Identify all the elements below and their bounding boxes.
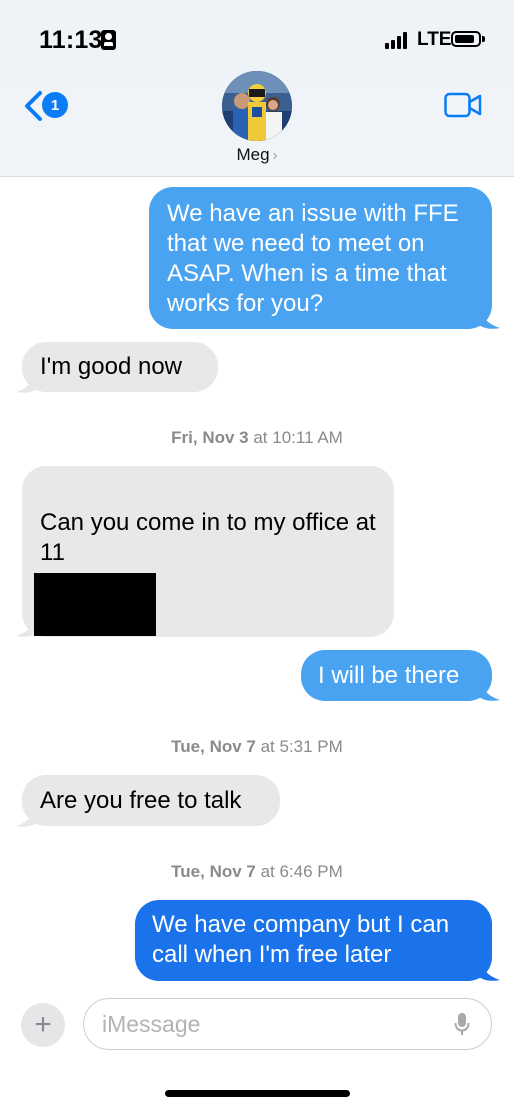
bubble-tail xyxy=(478,304,500,329)
network-label: LTE xyxy=(417,29,452,50)
contact-name: Meg xyxy=(236,145,270,164)
message-bubble-outgoing[interactable]: We have company but I can call when I'm … xyxy=(135,900,492,981)
battery-icon xyxy=(451,31,481,47)
timestamp-day: Tue, Nov 7 xyxy=(171,737,256,756)
battery-nub xyxy=(482,36,485,42)
avatar[interactable] xyxy=(222,71,292,141)
id-card-icon xyxy=(101,30,116,50)
message-bubble-outgoing[interactable]: We have an issue with FFE that we need t… xyxy=(149,187,492,329)
message-bubble-incoming[interactable]: I'm good now xyxy=(22,342,218,392)
chevron-right-icon: › xyxy=(272,147,278,164)
status-bar: 11:13 LTE xyxy=(0,0,514,70)
redaction-box xyxy=(34,573,156,636)
bubble-tail xyxy=(478,676,500,701)
timestamp-time: at 6:46 PM xyxy=(255,862,343,881)
timestamp-day: Tue, Nov 7 xyxy=(171,862,256,881)
message-text: Are you free to talk xyxy=(40,787,242,814)
bubble-tail xyxy=(478,956,500,981)
timestamp: Tue, Nov 7 at 5:31 PM xyxy=(0,737,514,757)
unread-badge[interactable]: 1 xyxy=(42,92,68,118)
bubble-tail xyxy=(16,802,38,827)
message-text: We have company but I can call when I'm … xyxy=(152,911,450,968)
avatar-photo xyxy=(222,71,292,141)
add-attachment-button[interactable]: + xyxy=(21,1003,65,1047)
video-call-button[interactable] xyxy=(444,92,482,123)
timestamp-time: at 10:11 AM xyxy=(248,428,343,447)
message-text: I'm good now xyxy=(40,353,182,380)
message-text: I will be there xyxy=(318,662,460,689)
timestamp: Fri, Nov 3 at 10:11 AM xyxy=(0,428,514,448)
video-camera-icon xyxy=(444,92,482,118)
message-input[interactable]: iMessage xyxy=(83,998,492,1050)
timestamp-day: Fri, Nov 3 xyxy=(171,428,249,447)
microphone-icon[interactable] xyxy=(454,1012,470,1038)
signal-icon xyxy=(385,31,413,49)
contact-name-row[interactable]: Meg › xyxy=(0,145,514,165)
timestamp: Tue, Nov 7 at 6:46 PM xyxy=(0,862,514,882)
message-input-placeholder: iMessage xyxy=(102,1011,201,1037)
timestamp-time: at 5:31 PM xyxy=(255,737,343,756)
message-bubble-outgoing[interactable]: I will be there xyxy=(301,650,492,701)
message-bubble-incoming[interactable]: Are you free to talk xyxy=(22,775,280,826)
bubble-tail xyxy=(16,368,38,393)
conversation-header: 11:13 LTE 1 Meg › xyxy=(0,0,514,177)
message-text: We have an issue with FFE that we need t… xyxy=(167,200,459,317)
status-time: 11:13 xyxy=(39,26,103,54)
home-indicator[interactable] xyxy=(165,1090,350,1097)
